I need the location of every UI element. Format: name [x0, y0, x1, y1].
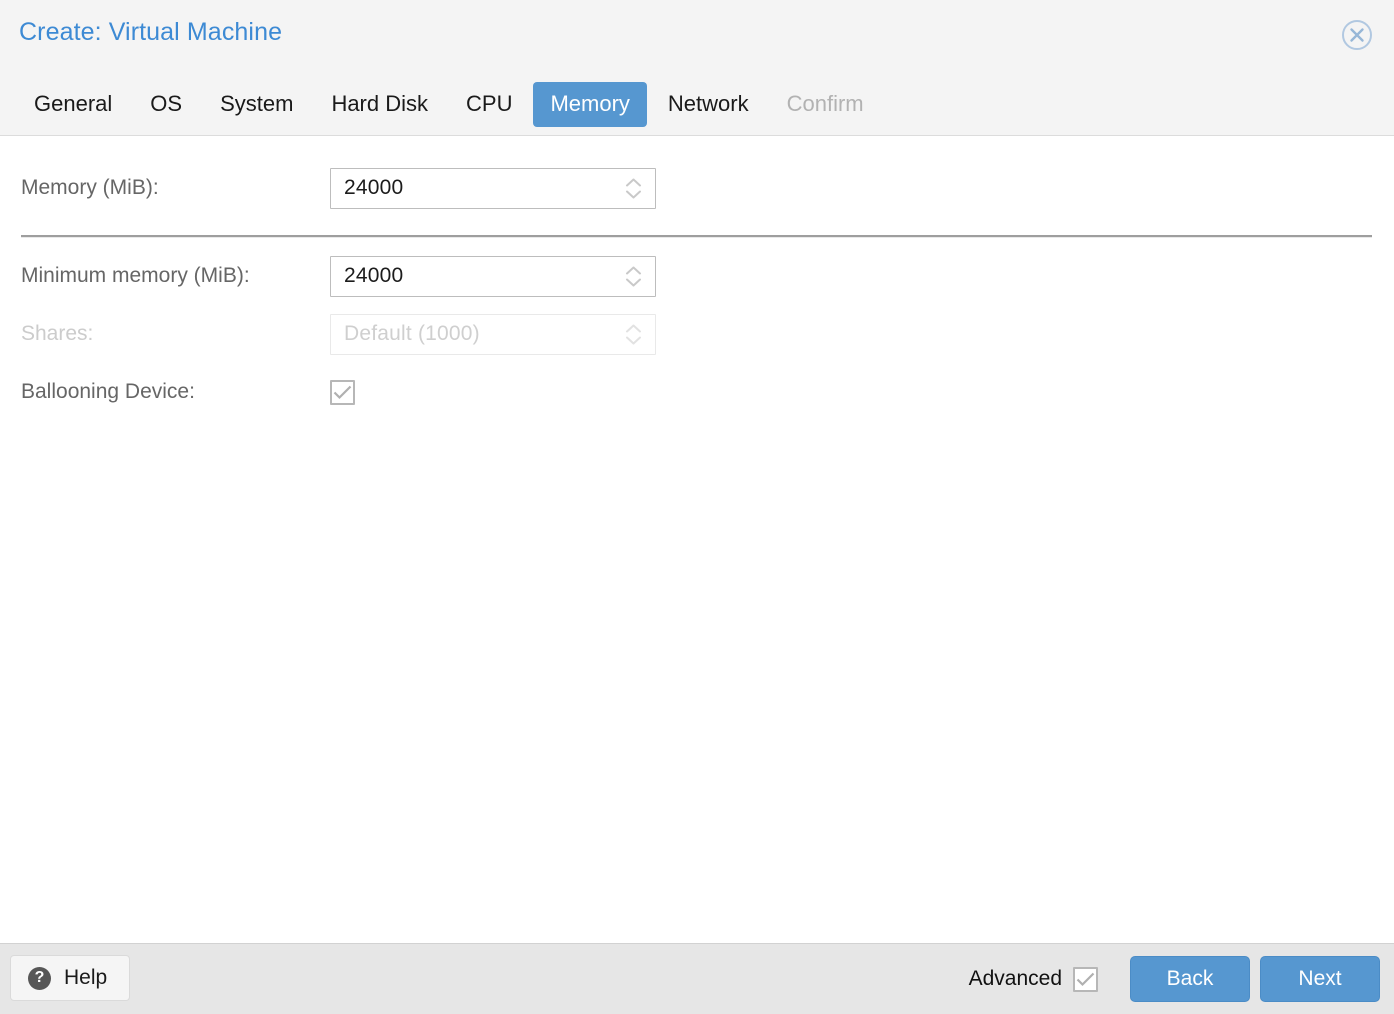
section-divider	[21, 235, 1372, 238]
tab-memory[interactable]: Memory	[533, 82, 647, 127]
tab-hard-disk[interactable]: Hard Disk	[314, 82, 445, 127]
next-button[interactable]: Next	[1260, 956, 1380, 1002]
create-virtual-machine-dialog: Create: Virtual Machine General OS Syste…	[0, 0, 1394, 1014]
dialog-footer: ? Help Advanced Back Next	[0, 943, 1394, 1014]
tab-system[interactable]: System	[203, 82, 310, 127]
minimum-memory-label: Minimum memory (MiB):	[21, 264, 250, 287]
dialog-title: Create: Virtual Machine	[19, 18, 283, 46]
spinner-chevrons-icon[interactable]	[624, 169, 642, 208]
checkmark-icon	[1076, 972, 1095, 986]
checkmark-icon	[333, 385, 352, 399]
question-mark-circle-icon: ?	[28, 966, 51, 990]
help-button[interactable]: ? Help	[10, 955, 131, 1001]
memory-value: 24000	[344, 176, 404, 199]
spinner-chevrons-icon	[624, 315, 642, 354]
wizard-tabs: General OS System Hard Disk CPU Memory N…	[0, 82, 883, 130]
back-button[interactable]: Back	[1130, 956, 1250, 1002]
tab-network[interactable]: Network	[651, 82, 766, 127]
shares-label: Shares:	[21, 322, 94, 345]
footer-actions: Advanced Back Next	[969, 944, 1380, 1014]
shares-input: Default (1000)	[330, 313, 656, 355]
shares-row: Shares: Default (1000)	[0, 313, 656, 355]
minimum-memory-input[interactable]: 24000	[330, 255, 656, 297]
close-icon[interactable]	[1340, 18, 1374, 52]
memory-row: Memory (MiB): 24000	[0, 167, 656, 209]
help-button-label: Help	[64, 966, 108, 989]
tab-os[interactable]: OS	[133, 82, 199, 127]
advanced-checkbox[interactable]	[1073, 966, 1098, 992]
ballooning-device-label: Ballooning Device:	[21, 380, 195, 403]
minimum-memory-row: Minimum memory (MiB): 24000	[0, 255, 656, 297]
dialog-body: Memory (MiB): 24000 Minimum memory (MiB)…	[0, 136, 1394, 943]
memory-input[interactable]: 24000	[330, 167, 656, 209]
dialog-header: Create: Virtual Machine General OS Syste…	[0, 0, 1394, 136]
tab-cpu[interactable]: CPU	[449, 82, 529, 127]
memory-label: Memory (MiB):	[21, 176, 159, 199]
tab-general[interactable]: General	[17, 82, 129, 127]
shares-placeholder: Default (1000)	[344, 322, 480, 345]
ballooning-device-checkbox[interactable]	[330, 379, 355, 405]
spinner-chevrons-icon[interactable]	[624, 257, 642, 296]
tab-confirm: Confirm	[786, 91, 864, 116]
advanced-label: Advanced	[968, 967, 1062, 990]
ballooning-device-row: Ballooning Device:	[0, 372, 355, 412]
minimum-memory-value: 24000	[344, 264, 404, 287]
